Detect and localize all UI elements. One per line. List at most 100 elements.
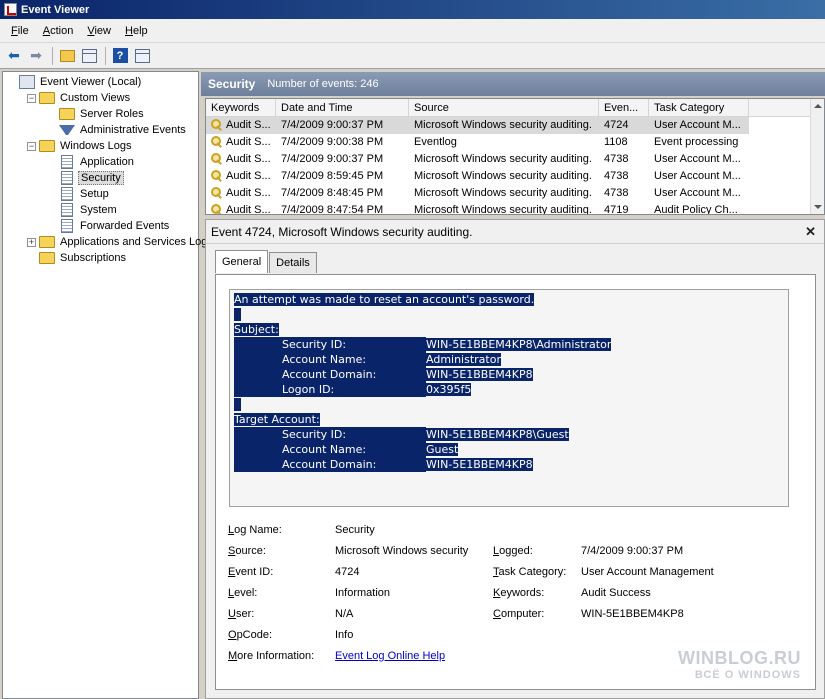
tree-item-label: Windows Logs — [60, 140, 132, 152]
scroll-up-icon[interactable] — [814, 104, 822, 108]
column-task-category[interactable]: Task Category — [649, 99, 749, 116]
log-icon — [61, 219, 73, 233]
close-icon[interactable]: ✕ — [805, 224, 816, 240]
toolbar: ⬅ ➡ ? — [0, 43, 825, 69]
watermark-line-1: WINBLOG.RU — [678, 648, 801, 668]
tree-item-label: Administrative Events — [80, 124, 186, 136]
tree-item-label: Setup — [80, 188, 109, 200]
key-icon — [211, 153, 223, 165]
tree-item[interactable]: System — [3, 202, 198, 218]
event-cell-text: Audit S... — [226, 153, 271, 165]
events-scrollbar[interactable] — [810, 99, 824, 214]
event-cell-text: User Account M... — [654, 119, 741, 131]
event-cell-text: 7/4/2009 9:00:37 PM — [281, 153, 384, 165]
event-cell-id: 4738 — [599, 151, 649, 168]
tree-item-label: Event Viewer (Local) — [40, 76, 142, 88]
event-row[interactable]: Audit S... 7/4/2009 9:00:37 PM Microsoft W… — [206, 117, 824, 134]
show-hide-tree-icon[interactable] — [79, 46, 99, 66]
event-description[interactable]: An attempt was made to reset an account'… — [229, 289, 789, 507]
tree-item[interactable]: Event Viewer (Local) — [3, 74, 198, 90]
description-blank — [234, 308, 241, 321]
help-icon[interactable]: ? — [110, 46, 130, 66]
subject-field-value: 0x395f5 — [426, 383, 472, 396]
expand-icon[interactable]: + — [27, 237, 36, 247]
menu-help[interactable]: Help — [118, 23, 155, 39]
level-value: Information — [335, 587, 391, 599]
event-cell-text: 4719 — [604, 204, 629, 215]
event-cell-text: Microsoft Windows security auditing. — [414, 204, 592, 215]
column-keywords[interactable]: Keywords — [206, 99, 276, 116]
description-line: Target Account: — [234, 412, 784, 427]
tree-item[interactable]: − Custom Views — [3, 90, 198, 106]
event-cell-id: 1108 — [599, 134, 649, 151]
event-row[interactable]: Audit S... 7/4/2009 8:59:45 PM Microsoft W… — [206, 168, 824, 185]
back-arrow-icon[interactable]: ⬅ — [4, 46, 24, 66]
tree-item[interactable]: Subscriptions — [3, 250, 198, 266]
column-date-time[interactable]: Date and Time — [276, 99, 409, 116]
event-row[interactable]: Audit S... 7/4/2009 8:47:54 PM Microsoft W… — [206, 202, 824, 215]
menu-view[interactable]: View — [80, 23, 118, 39]
scroll-down-icon[interactable] — [814, 205, 822, 209]
general-tab-body: An attempt was made to reset an account'… — [215, 274, 816, 690]
event-cell-date: 7/4/2009 9:00:38 PM — [276, 134, 409, 151]
tree-item-label: Applications and Services Logs — [60, 236, 213, 248]
event-cell-text: Audit S... — [226, 187, 271, 199]
menu-file[interactable]: File — [4, 23, 36, 39]
subject-field-value: Administrator — [426, 353, 501, 366]
event-row[interactable]: Audit S... 7/4/2009 9:00:38 PM Eventlog 110… — [206, 134, 824, 151]
task-category-label: Task Category: — [493, 566, 567, 578]
toolbar-separator — [105, 46, 106, 65]
toolbar-separator — [52, 46, 53, 65]
event-cell-keywords: Audit S... — [206, 117, 276, 134]
collapse-icon[interactable]: − — [27, 93, 36, 103]
tree-item[interactable]: Security — [3, 170, 198, 186]
subject-field-label: Security ID: — [234, 337, 426, 352]
detail-header: Event 4724, Microsoft Windows security a… — [206, 220, 824, 244]
description-line: Account Name: Administrator — [234, 352, 784, 367]
event-cell-date: 7/4/2009 8:59:45 PM — [276, 168, 409, 185]
column-source[interactable]: Source — [409, 99, 599, 116]
up-folder-icon[interactable] — [57, 46, 77, 66]
tree-item[interactable]: Application — [3, 154, 198, 170]
tree-item[interactable]: − Windows Logs — [3, 138, 198, 154]
event-row[interactable]: Audit S... 7/4/2009 8:48:45 PM Microsoft W… — [206, 185, 824, 202]
log-icon — [61, 171, 73, 185]
tree-item-label: Custom Views — [60, 92, 131, 104]
prop-row-opcode: OpCode: Info — [228, 626, 808, 647]
events-header: Keywords Date and Time Source Even... Ta… — [206, 99, 824, 117]
event-cell-date: 7/4/2009 8:48:45 PM — [276, 185, 409, 202]
window-title: Event Viewer — [21, 3, 90, 16]
event-cell-source: Microsoft Windows security auditing. — [409, 168, 599, 185]
event-cell-text: User Account M... — [654, 153, 741, 165]
event-cell-text: User Account M... — [654, 187, 741, 199]
show-hide-action-pane-icon[interactable] — [132, 46, 152, 66]
log-name-label: Log Name: — [228, 524, 282, 536]
computer-value: WIN-5E1BBEM4KP8 — [581, 608, 684, 620]
key-icon — [211, 170, 223, 182]
event-cell-task: Audit Policy Ch... — [649, 202, 749, 214]
tree-item[interactable]: + Applications and Services Logs — [3, 234, 213, 250]
event-cell-text: 7/4/2009 8:47:54 PM — [281, 204, 384, 215]
menu-action[interactable]: Action — [36, 23, 81, 39]
event-cell-text: 7/4/2009 9:00:37 PM — [281, 119, 384, 131]
tree-item[interactable]: Server Roles — [3, 106, 198, 122]
key-icon — [211, 136, 223, 148]
tab-general[interactable]: General — [215, 250, 269, 273]
target-field-value: WIN-5E1BBEM4KP8\Guest — [426, 428, 569, 441]
task-category-value: User Account Management — [581, 566, 714, 578]
collapse-icon[interactable]: − — [27, 141, 36, 151]
event-cell-keywords: Audit S... — [206, 202, 276, 214]
column-event-id[interactable]: Even... — [599, 99, 649, 116]
user-value: N/A — [335, 608, 354, 620]
forward-arrow-icon[interactable]: ➡ — [26, 46, 46, 66]
tree-item[interactable]: Administrative Events — [3, 122, 198, 138]
navigation-tree: Event Viewer (Local) − Custom Views Server … — [2, 71, 213, 699]
event-row[interactable]: Audit S... 7/4/2009 9:00:37 PM Microsoft W… — [206, 151, 824, 168]
event-log-online-help-link[interactable]: Event Log Online Help — [335, 650, 445, 662]
tree-item-label: Security — [78, 171, 124, 185]
tree-item[interactable]: Setup — [3, 186, 198, 202]
event-id-value: 4724 — [335, 566, 360, 578]
event-viewer-icon — [4, 3, 17, 16]
tree-item[interactable]: Forwarded Events — [3, 218, 198, 234]
tab-details[interactable]: Details — [269, 252, 317, 273]
